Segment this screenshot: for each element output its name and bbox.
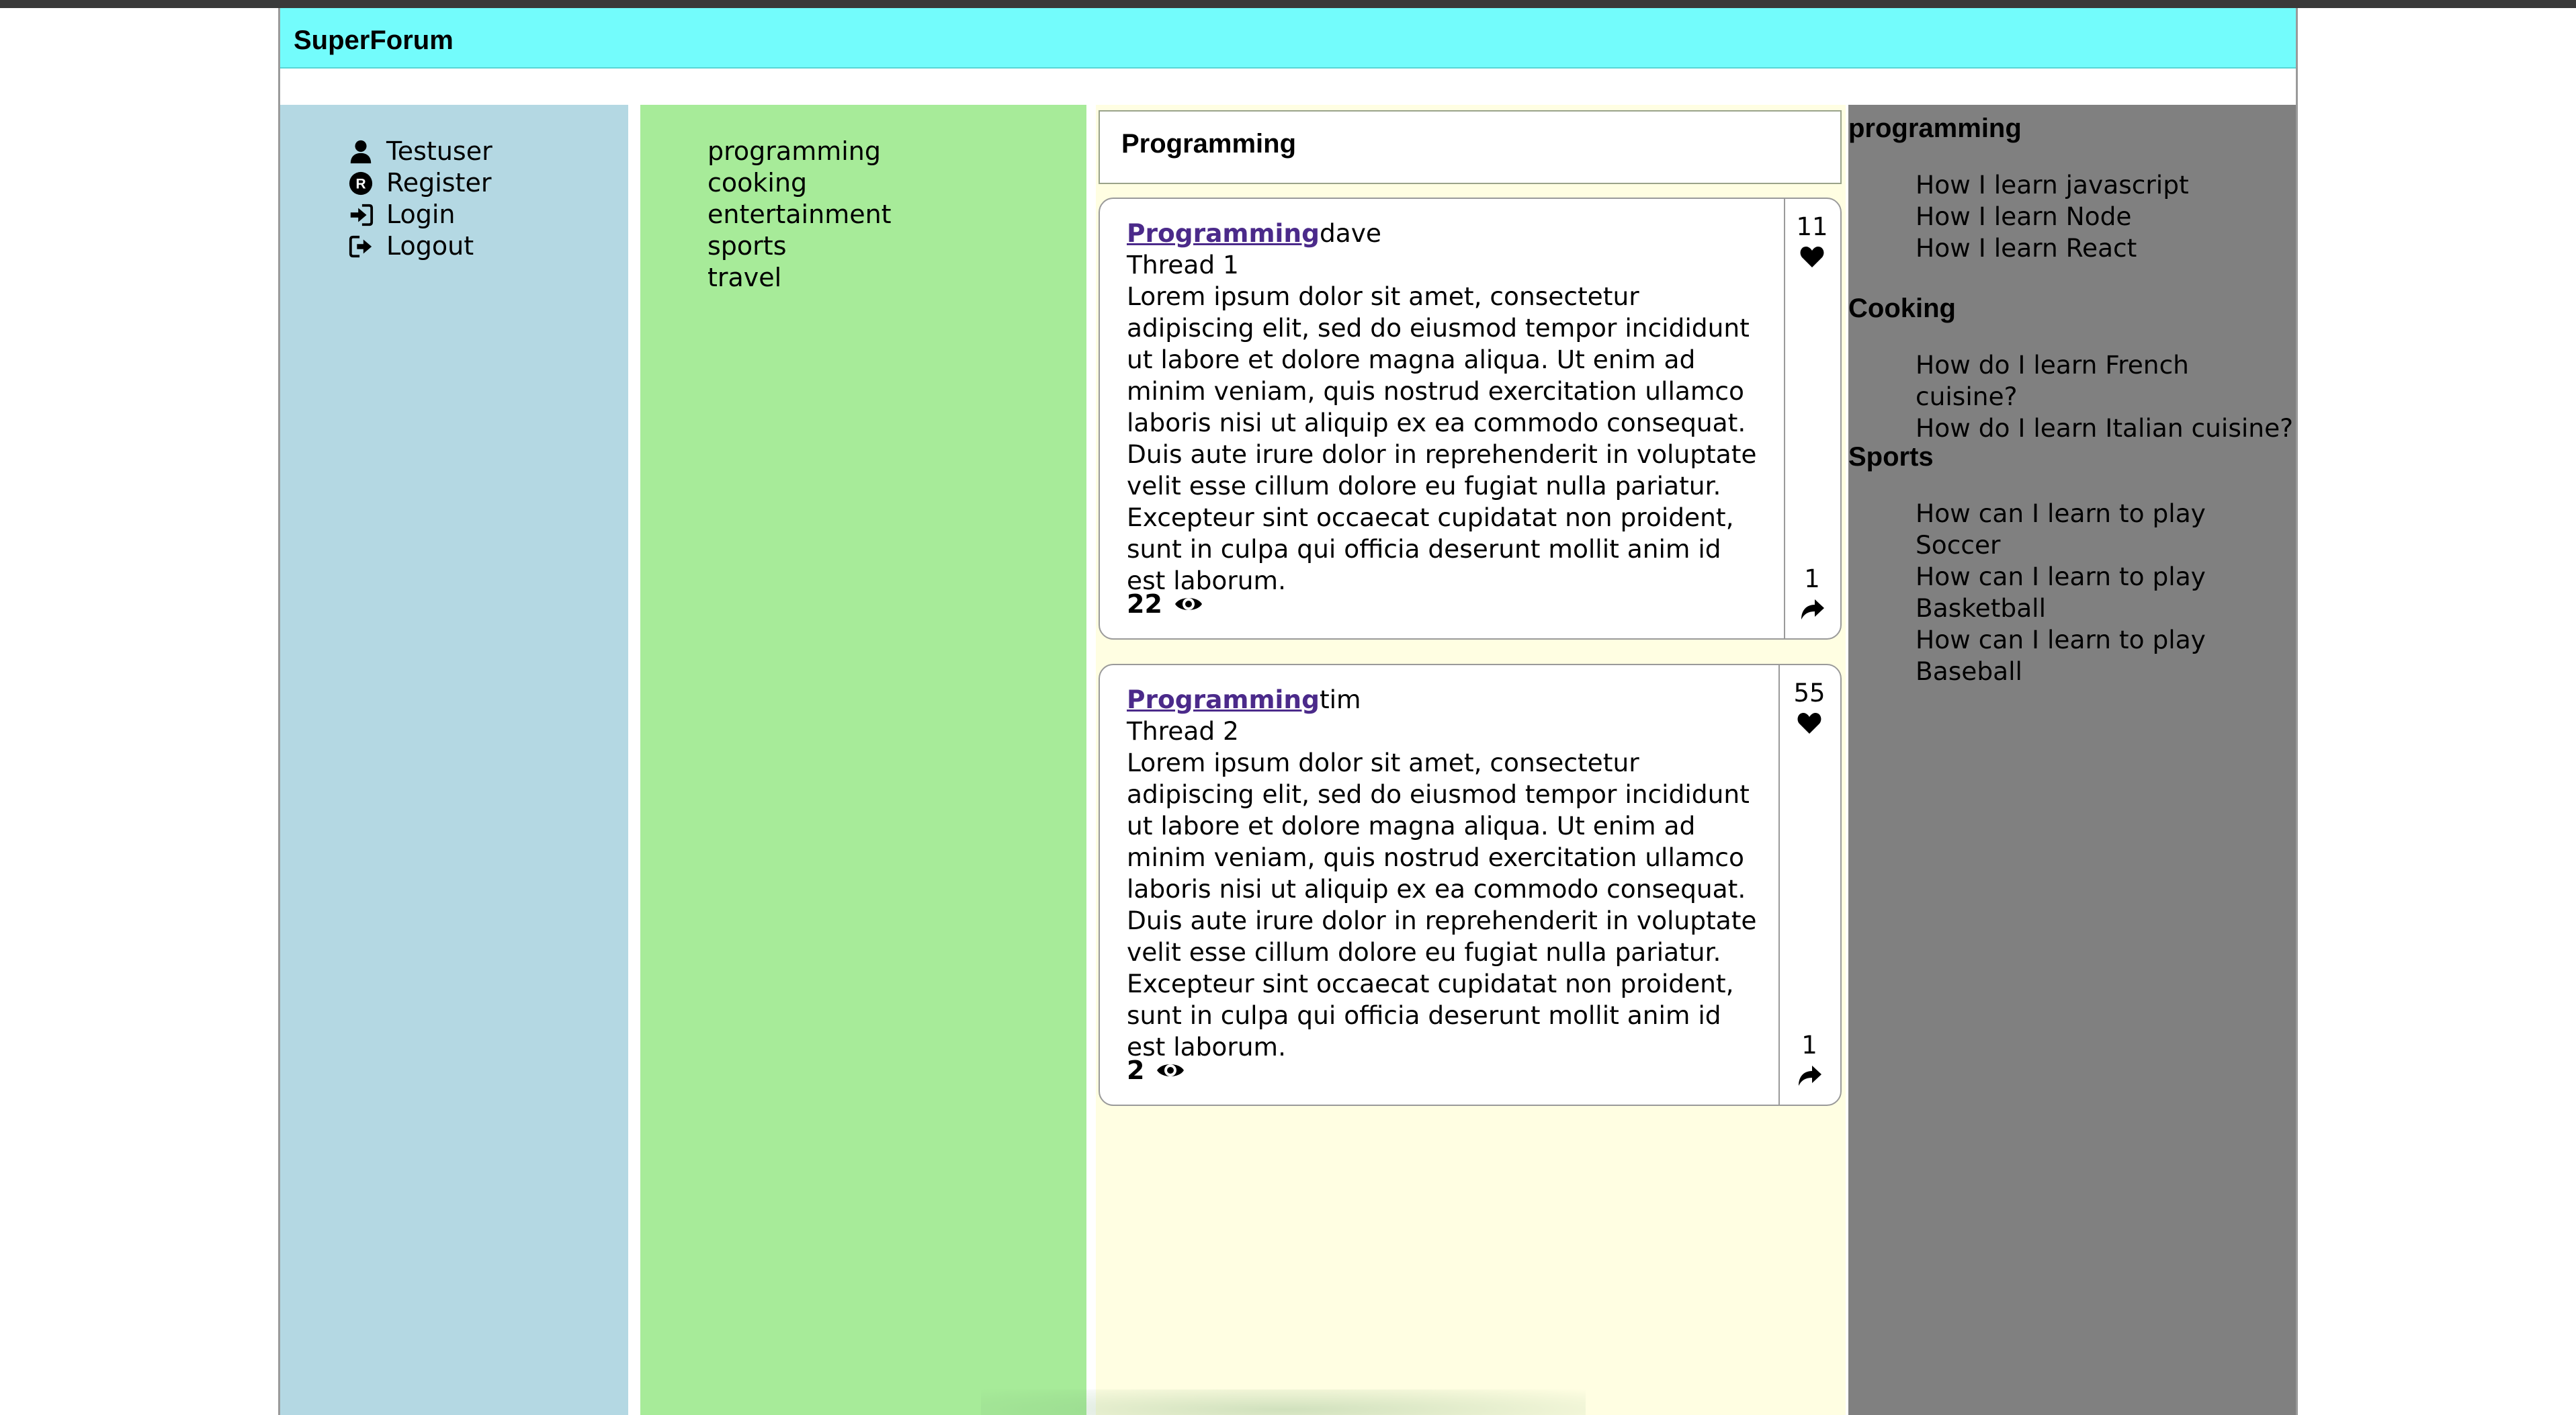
reply-arrow-icon [1801,599,1824,619]
svg-text:R: R [355,176,366,191]
thread-body-text: Lorem ipsum dolor sit amet, consectetur … [1127,748,1757,1062]
main-content: Programming Programmingdave Thread 1 Lor… [1096,105,1846,1415]
thread-body-text: Lorem ipsum dolor sit amet, consectetur … [1127,282,1757,595]
eye-icon [1157,1064,1185,1076]
sidebar-thread-link[interactable]: How can I learn to play Basketball [1916,561,2296,624]
thread-points-column: 55 1 [1778,665,1840,1105]
thread-category-link[interactable]: Programming [1127,685,1320,714]
sidebar-thread-link[interactable]: How do I learn French cuisine? [1916,349,2296,413]
sidebar-thread-link[interactable]: How I learn Node [1916,201,2296,232]
header: SuperForum [280,8,2296,69]
sidebar-thread-link[interactable]: How do I learn Italian cuisine? [1916,413,2296,444]
sidebar-section-sports: Sports How can I learn to play Soccer Ho… [1848,440,2296,687]
login-icon [347,202,374,228]
category-title-box: Programming [1099,110,1842,184]
likes[interactable]: 11 [1785,212,1839,270]
sidebar-thread-link[interactable]: How I learn javascript [1916,169,2296,201]
nav-item-label: Logout [386,231,474,261]
app-title[interactable]: SuperForum [294,24,454,56]
sidebar-thread-list: How I learn javascript How I learn Node … [1848,169,2296,264]
likes-count: 55 [1793,679,1826,708]
sidebar-section-title: Cooking [1848,294,1956,323]
thread-author: tim [1319,685,1361,714]
heart-icon [1800,247,1824,267]
nav-item-testuser[interactable]: Testuser [347,136,492,167]
sidebar-section-title: programming [1848,114,2022,143]
window-top-strip [0,0,2576,8]
thread-title[interactable]: Thread 2 [1127,716,1758,747]
responses-count: 1 [1804,564,1820,593]
views-count: 2 [1127,1056,1145,1085]
category-item-travel[interactable]: travel [707,262,892,294]
nav-item-login[interactable]: Login [347,199,492,230]
likes[interactable]: 55 [1780,679,1839,736]
category-item-cooking[interactable]: cooking [707,167,892,199]
sidebar-thread-link[interactable]: How I learn React [1916,232,2296,264]
right-sidebar: programming How I learn javascript How I… [1848,105,2296,1415]
heart-icon [1797,713,1821,734]
nav-item-label: Login [386,200,456,229]
thread-content: Programmingtim Thread 2 Lorem ipsum dolo… [1127,684,1758,1063]
thread-header: Programmingtim [1127,684,1758,716]
sidebar-thread-link[interactable]: How can I learn to play Soccer [1916,498,2296,561]
sidebar-thread-list: How can I learn to play Soccer How can I… [1848,498,2296,687]
thread-category-link[interactable]: Programming [1127,218,1320,248]
responses[interactable]: 1 [1785,564,1839,622]
category-item-programming[interactable]: programming [707,136,892,167]
thread-card[interactable]: Programmingdave Thread 1 Lorem ipsum dol… [1099,198,1842,640]
category-item-entertainment[interactable]: entertainment [707,199,892,230]
responses[interactable]: 1 [1780,1031,1839,1088]
thread-title[interactable]: Thread 1 [1127,249,1765,281]
sidebar-thread-list: How do I learn French cuisine? How do I … [1848,349,2296,444]
category-list: programming cooking entertainment sports… [707,136,892,294]
thread-header: Programmingdave [1127,218,1765,249]
likes-count: 11 [1796,212,1828,241]
thread-points-column: 11 1 [1784,199,1840,638]
nav-item-register[interactable]: R Register [347,167,492,199]
thread-content: Programmingdave Thread 1 Lorem ipsum dol… [1127,218,1765,597]
logout-icon [347,233,374,260]
register-icon: R [347,170,374,197]
sidebar-section-title: Sports [1848,442,1934,472]
nav-item-logout[interactable]: Logout [347,230,492,262]
app-container: SuperForum Testuser R Register Login Log… [278,8,2298,1415]
user-nav: Testuser R Register Login Logout [347,136,492,262]
user-icon [347,138,374,165]
views-count: 22 [1127,589,1162,619]
nav-item-label: Testuser [386,136,492,166]
sidebar-section-cooking: Cooking How do I learn French cuisine? H… [1848,292,2296,444]
eye-icon [1174,598,1202,610]
categories-panel: programming cooking entertainment sports… [640,105,1086,1415]
thread-card[interactable]: Programmingtim Thread 2 Lorem ipsum dolo… [1099,664,1842,1106]
reply-arrow-icon [1799,1066,1821,1086]
thread-views: 2 [1127,1055,1186,1086]
thread-author: dave [1319,218,1381,248]
nav-item-label: Register [386,168,492,198]
sidebar-thread-link[interactable]: How can I learn to play Baseball [1916,624,2296,687]
category-title: Programming [1121,129,1297,159]
responses-count: 1 [1801,1031,1817,1060]
thread-views: 22 [1127,589,1204,619]
sidebar-section-programming: programming How I learn javascript How I… [1848,112,2296,264]
category-item-sports[interactable]: sports [707,230,892,262]
left-nav-panel: Testuser R Register Login Logout [280,105,628,1415]
decorative-shadow [981,1389,1586,1415]
